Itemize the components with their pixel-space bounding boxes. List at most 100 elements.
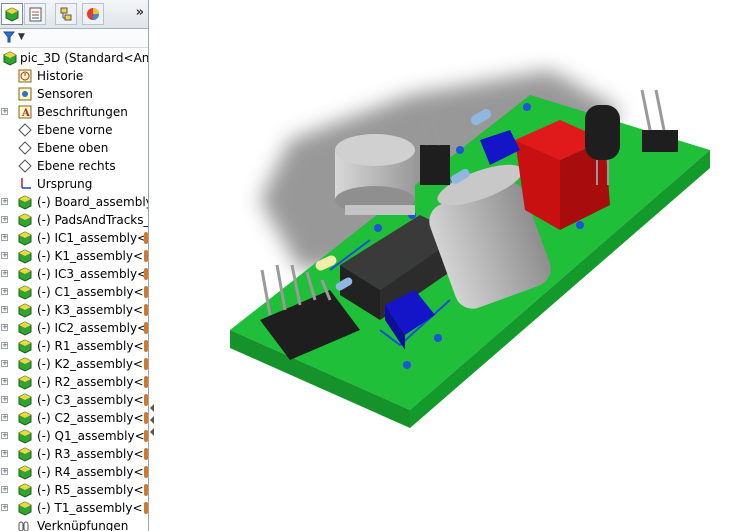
expand-icon[interactable]: + <box>1 252 8 259</box>
tree-item-component[interactable]: + (-) IC3_assembly<1> <box>0 265 148 283</box>
expand-icon[interactable]: + <box>1 270 8 277</box>
tree-item-ebene-rechts[interactable]: Ebene rechts <box>0 157 148 175</box>
component-icon <box>18 339 32 354</box>
tree-label: Ebene vorne <box>37 123 113 137</box>
displaymanager-tab[interactable] <box>82 3 104 25</box>
expand-icon[interactable]: + <box>1 288 8 295</box>
component-icon <box>18 501 32 516</box>
tree-item-component[interactable]: + (-) R4_assembly<1> <box>0 463 148 481</box>
expand-icon[interactable]: + <box>1 468 8 475</box>
rebuild-warning-icon <box>144 448 148 460</box>
featuremanager-tab[interactable] <box>1 3 23 25</box>
propertymanager-tab[interactable] <box>24 3 46 25</box>
tree-item-ursprung[interactable]: Ursprung <box>0 175 148 193</box>
tree-item-component[interactable]: + (-) C2_assembly<1> <box>0 409 148 427</box>
expand-icon[interactable]: + <box>1 486 8 493</box>
origin-icon <box>21 178 31 189</box>
tree-label: (-) PadsAndTracks_as <box>37 213 149 227</box>
tree-label: (-) Board_assembly<1 <box>37 195 148 209</box>
filter-icon[interactable] <box>3 31 15 43</box>
tree-item-component[interactable]: + (-) C1_assembly<1> <box>0 283 148 301</box>
tree-item-ebene-vorne[interactable]: Ebene vorne <box>0 121 148 139</box>
feature-manager-panel: » ▼ pic_3D (Standard<Anzei Historie <box>0 0 149 531</box>
component-icon <box>18 231 32 246</box>
tree-label: (-) IC2_assembly<1> <box>37 321 148 335</box>
component-icon <box>18 447 32 462</box>
tree-item-component[interactable]: + (-) T1_assembly<1> <box>0 499 148 517</box>
tree-item-verknuepfungen[interactable]: Verknüpfungen <box>0 517 148 531</box>
expand-icon[interactable]: + <box>1 504 8 511</box>
component-icon <box>18 285 32 300</box>
rebuild-warning-icon <box>144 268 148 280</box>
tree-label: (-) C1_assembly<1> <box>37 285 149 299</box>
tree-label: (-) R5_assembly<1> <box>37 483 149 497</box>
plane-icon <box>18 123 32 137</box>
tree-item-component[interactable]: + (-) C3_assembly<1> <box>0 391 148 409</box>
expand-icon[interactable]: + <box>1 324 8 331</box>
filter-dropdown-icon[interactable]: ▼ <box>18 32 25 42</box>
tree-item-component[interactable]: + (-) K3_assembly<1> <box>0 301 148 319</box>
rebuild-warning-icon <box>144 304 148 316</box>
assembly-icon <box>3 51 17 66</box>
tree-item-component[interactable]: + (-) R5_assembly<1> <box>0 481 148 499</box>
tree-item-component[interactable]: + (-) R3_assembly<1> <box>0 445 148 463</box>
tree-root-label: pic_3D (Standard<Anzei <box>20 51 149 65</box>
tree-item-sensoren[interactable]: Sensoren <box>0 85 148 103</box>
tree-item-component[interactable]: + (-) K1_assembly<1> <box>0 247 148 265</box>
tree-item-component[interactable]: + (-) IC2_assembly<1> <box>0 319 148 337</box>
component-icon <box>18 249 32 264</box>
expand-icon[interactable]: + <box>1 378 8 385</box>
component-icon <box>18 195 32 210</box>
expand-icon[interactable]: + <box>1 450 8 457</box>
expand-icon[interactable]: + <box>1 360 8 367</box>
expand-icon[interactable]: + <box>1 108 8 115</box>
tree-item-ebene-oben[interactable]: Ebene oben <box>0 139 148 157</box>
expand-icon[interactable]: + <box>1 414 8 421</box>
tree-item-component[interactable]: + (-) PadsAndTracks_as <box>0 211 148 229</box>
expand-icon[interactable]: + <box>1 198 8 205</box>
tree-item-component[interactable]: + (-) Q1_assembly<1> <box>0 427 148 445</box>
component-icon <box>18 321 32 336</box>
tree-label: (-) R3_assembly<1> <box>37 447 149 461</box>
expand-icon[interactable]: + <box>1 432 8 439</box>
rebuild-warning-icon <box>144 430 148 442</box>
tree-label: (-) IC1_assembly<1> <box>37 231 148 245</box>
tree-label: Beschriftungen <box>37 105 128 119</box>
tree-item-component[interactable]: + (-) IC1_assembly<1> <box>0 229 148 247</box>
tree-root[interactable]: pic_3D (Standard<Anzei <box>0 49 148 67</box>
expand-icon[interactable]: + <box>1 396 8 403</box>
featuremanager-tab-icon <box>5 7 19 22</box>
more-tabs-button[interactable]: » <box>136 5 144 20</box>
rebuild-warning-icon <box>144 358 148 370</box>
tree-item-component[interactable]: + (-) K2_assembly<1> <box>0 355 148 373</box>
component-icon <box>18 303 32 318</box>
sensor-icon <box>18 87 32 101</box>
rebuild-warning-icon <box>144 484 148 496</box>
tree-label: (-) R1_assembly<1> <box>37 339 149 353</box>
tree-label: Verknüpfungen <box>37 519 129 531</box>
tree-item-component[interactable]: + (-) R1_assembly<1> <box>0 337 148 355</box>
tree-item-historie[interactable]: Historie <box>0 67 148 85</box>
component-icon <box>18 429 32 444</box>
3d-viewport[interactable] <box>150 0 739 531</box>
expand-icon[interactable]: + <box>1 342 8 349</box>
tree-label: (-) K3_assembly<1> <box>37 303 149 317</box>
expand-icon[interactable]: + <box>1 306 8 313</box>
expand-icon[interactable]: + <box>1 216 8 223</box>
tree-label: (-) R2_assembly<1> <box>37 375 149 389</box>
tree-item-beschriftungen[interactable]: + A Beschriftungen <box>0 103 148 121</box>
rebuild-warning-icon <box>144 394 148 406</box>
history-icon <box>18 69 32 83</box>
propertymanager-tab-icon <box>29 7 42 22</box>
tree-label: (-) K1_assembly<1> <box>37 249 149 263</box>
tree-label: (-) T1_assembly<1> <box>37 501 149 515</box>
tree-item-component[interactable]: + (-) Board_assembly<1 <box>0 193 148 211</box>
rebuild-warning-icon <box>144 286 148 298</box>
tree-item-component[interactable]: + (-) R2_assembly<1> <box>0 373 148 391</box>
configurationmanager-tab[interactable] <box>55 3 77 25</box>
rebuild-warning-icon <box>144 250 148 262</box>
rebuild-warning-icon <box>144 232 148 244</box>
tree-label: (-) IC3_assembly<1> <box>37 267 148 281</box>
annotation-icon: A <box>18 105 32 119</box>
expand-icon[interactable]: + <box>1 234 8 241</box>
